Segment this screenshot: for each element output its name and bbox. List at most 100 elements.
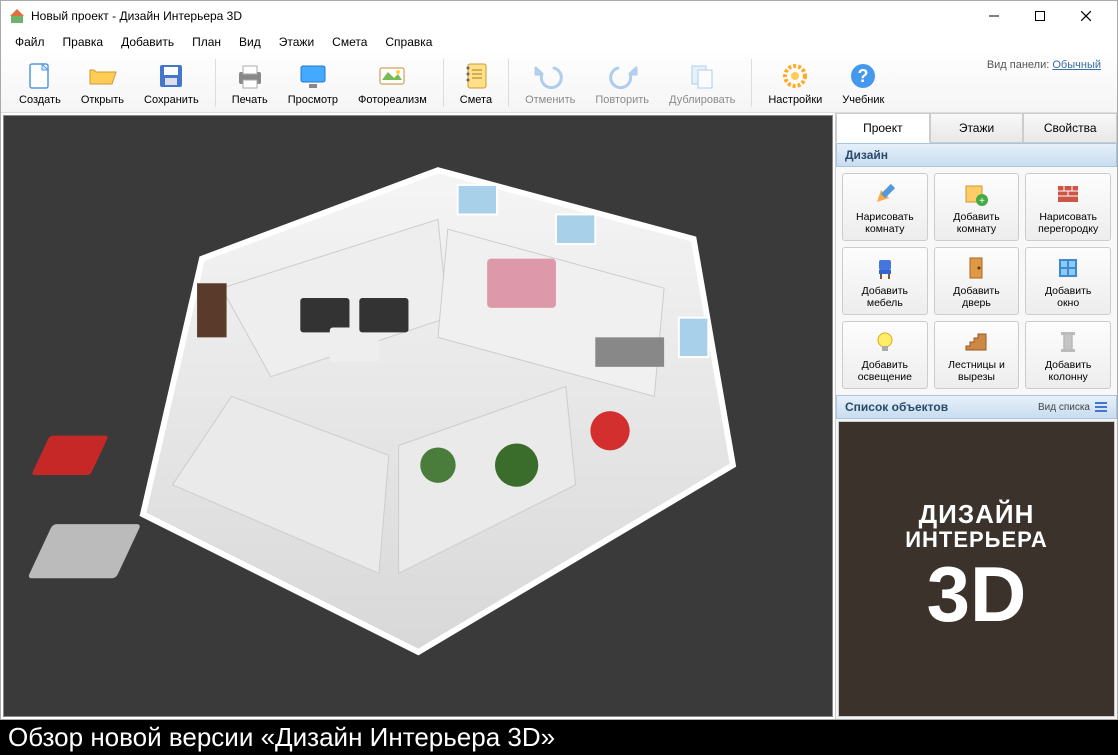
add-furniture-label: Добавить мебель [862, 285, 908, 309]
menu-floors[interactable]: Этажи [271, 33, 322, 51]
close-button[interactable] [1063, 1, 1109, 31]
draw-room-label: Нарисовать комнату [856, 211, 914, 235]
stairs-button[interactable]: Лестницы и вырезы [934, 321, 1020, 389]
logo-line3: 3D [905, 552, 1048, 638]
tab-properties[interactable]: Свойства [1023, 113, 1117, 143]
undo-label: Отменить [525, 94, 575, 106]
window-icon [1054, 254, 1082, 282]
preview-button[interactable]: Просмотр [278, 55, 348, 111]
open-label: Открыть [81, 94, 124, 106]
redo-icon [606, 60, 638, 92]
bulb-icon [871, 328, 899, 356]
redo-button[interactable]: Повторить [585, 55, 659, 111]
separator [751, 59, 752, 107]
duplicate-button[interactable]: Дублировать [659, 55, 745, 111]
printer-icon [234, 60, 266, 92]
create-button[interactable]: Создать [9, 55, 71, 111]
logo-3d: ДИЗАЙН ИНТЕРЬЕРА 3D [905, 500, 1048, 639]
objects-header-label: Список объектов [845, 400, 948, 414]
undo-button[interactable]: Отменить [515, 55, 585, 111]
add-room-label: Добавить комнату [953, 211, 999, 235]
photorealism-button[interactable]: Фотореализм [348, 55, 437, 111]
side-tabs: Проект Этажи Свойства [836, 113, 1117, 143]
side-panel: Проект Этажи Свойства Дизайн Нарисовать … [835, 113, 1117, 719]
folder-open-icon [86, 60, 118, 92]
panel-mode: Вид панели: Обычный [987, 59, 1101, 71]
manual-button[interactable]: ? Учебник [832, 55, 894, 111]
add-light-label: Добавить освещение [858, 359, 912, 383]
3d-viewport[interactable] [3, 115, 833, 717]
objects-header: Список объектов Вид списка [836, 395, 1117, 419]
help-icon: ? [847, 60, 879, 92]
brick-icon [1054, 180, 1082, 208]
menu-view[interactable]: Вид [231, 33, 269, 51]
notebook-icon [460, 60, 492, 92]
add-window-label: Добавить окно [1045, 285, 1091, 309]
svg-text:+: + [980, 196, 986, 207]
logo-line1: ДИЗАЙН [905, 500, 1048, 529]
open-button[interactable]: Открыть [71, 55, 134, 111]
menu-estimate[interactable]: Смета [324, 33, 375, 51]
draw-wall-label: Нарисовать перегородку [1038, 211, 1098, 235]
room-plus-icon: + [962, 180, 990, 208]
pencil-icon [871, 180, 899, 208]
panel-mode-label: Вид панели: [987, 59, 1049, 71]
add-door-button[interactable]: Добавить дверь [934, 247, 1020, 315]
panel-mode-link[interactable]: Обычный [1052, 59, 1101, 71]
stairs-icon [962, 328, 990, 356]
minimize-button[interactable] [971, 1, 1017, 31]
menu-edit[interactable]: Правка [55, 33, 112, 51]
redo-label: Повторить [595, 94, 649, 106]
chair-icon [871, 254, 899, 282]
logo-line2: ИНТЕРЬЕРА [905, 528, 1048, 552]
objects-panel: ДИЗАЙН ИНТЕРЬЕРА 3D [838, 421, 1115, 717]
separator [443, 59, 444, 107]
photorealism-label: Фотореализм [358, 94, 427, 106]
tab-floors[interactable]: Этажи [930, 113, 1024, 143]
separator [508, 59, 509, 107]
column-icon [1054, 328, 1082, 356]
door-icon [962, 254, 990, 282]
design-grid: Нарисовать комнату + Добавить комнату На… [836, 167, 1117, 395]
design-header: Дизайн [836, 143, 1117, 167]
add-column-label: Добавить колонну [1045, 359, 1091, 383]
settings-button[interactable]: Настройки [758, 55, 832, 111]
content-area: Проект Этажи Свойства Дизайн Нарисовать … [1, 113, 1117, 719]
draw-wall-button[interactable]: Нарисовать перегородку [1025, 173, 1111, 241]
window-title: Новый проект - Дизайн Интерьера 3D [31, 9, 971, 23]
estimate-label: Смета [460, 94, 492, 106]
svg-text:?: ? [858, 66, 869, 86]
maximize-button[interactable] [1017, 1, 1063, 31]
menu-plan[interactable]: План [184, 33, 229, 51]
video-caption: Обзор новой версии «Дизайн Интерьера 3D» [0, 720, 1118, 755]
add-furniture-button[interactable]: Добавить мебель [842, 247, 928, 315]
print-label: Печать [232, 94, 268, 106]
add-column-button[interactable]: Добавить колонну [1025, 321, 1111, 389]
stairs-label: Лестницы и вырезы [948, 359, 1005, 383]
menu-add[interactable]: Добавить [113, 33, 182, 51]
save-button[interactable]: Сохранить [134, 55, 209, 111]
render-icon [376, 60, 408, 92]
add-room-button[interactable]: + Добавить комнату [934, 173, 1020, 241]
list-mode-label: Вид списка [1038, 402, 1090, 413]
list-icon [1094, 400, 1108, 414]
list-mode-toggle[interactable]: Вид списка [1038, 400, 1108, 414]
new-file-icon [24, 60, 56, 92]
create-label: Создать [19, 94, 61, 106]
estimate-button[interactable]: Смета [450, 55, 502, 111]
add-window-button[interactable]: Добавить окно [1025, 247, 1111, 315]
add-light-button[interactable]: Добавить освещение [842, 321, 928, 389]
save-label: Сохранить [144, 94, 199, 106]
menu-file[interactable]: Файл [7, 33, 53, 51]
toolbar: Создать Открыть Сохранить Печать Просмот… [1, 53, 1117, 113]
menu-help[interactable]: Справка [377, 33, 440, 51]
tab-project[interactable]: Проект [836, 113, 930, 143]
add-door-label: Добавить дверь [953, 285, 999, 309]
print-button[interactable]: Печать [222, 55, 278, 111]
draw-room-button[interactable]: Нарисовать комнату [842, 173, 928, 241]
manual-label: Учебник [842, 94, 884, 106]
app-window: Новый проект - Дизайн Интерьера 3D Файл … [0, 0, 1118, 720]
duplicate-label: Дублировать [669, 94, 735, 106]
separator [215, 59, 216, 107]
floppy-icon [155, 60, 187, 92]
